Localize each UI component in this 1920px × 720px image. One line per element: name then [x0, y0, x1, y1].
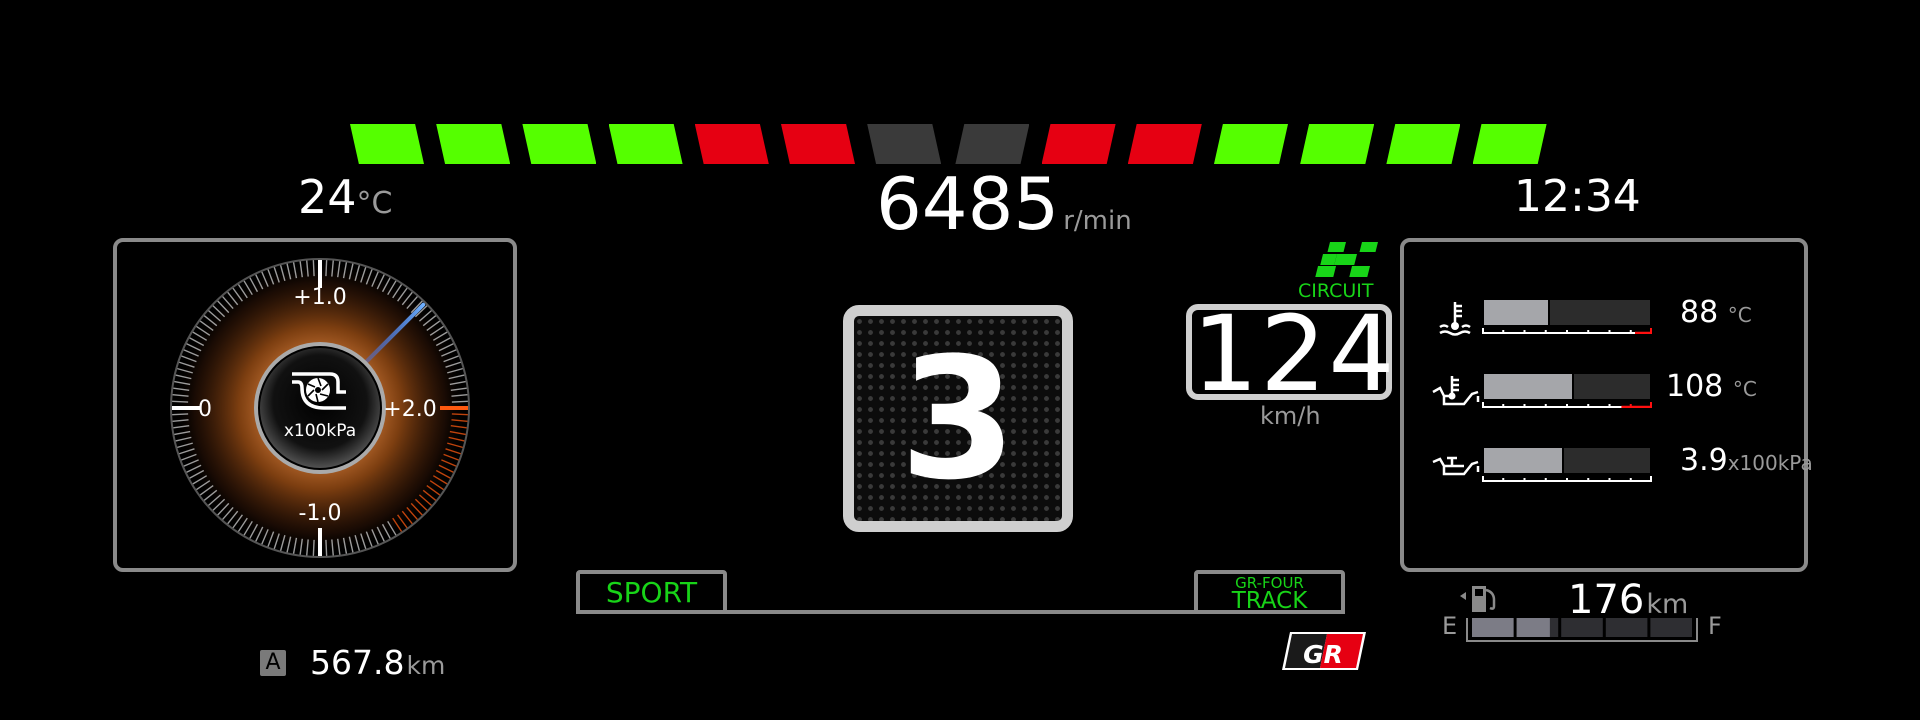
shift-light-segment [1041, 124, 1116, 164]
gear-indicator: 3 [843, 305, 1073, 532]
shift-light-segment [608, 124, 683, 164]
outside-temperature-value: 24 [298, 170, 357, 224]
boost-unit-label: x100kPa [284, 421, 356, 441]
clock: 12:34 [1514, 171, 1641, 222]
oil-temp-readout: 108 °C [1666, 370, 1840, 406]
sport-mode-label: SPORT [605, 576, 698, 609]
shift-light-segment [694, 124, 769, 164]
shift-light-segment [781, 124, 855, 164]
outside-temperature: 24°C [298, 172, 393, 229]
checkered-flag-icon [1315, 242, 1378, 277]
boost-minor-tick [312, 260, 315, 277]
fluid-row-oil-pressure: 3.9x100kPa [1430, 444, 1813, 496]
boost-minor-tick [451, 413, 468, 416]
tachometer-readout: 6485 r/min [876, 164, 1132, 261]
fuel-segment [1561, 618, 1603, 637]
boost-minor-tick [451, 400, 468, 403]
trip-unit: km [406, 651, 446, 680]
fuel-segment [1650, 618, 1692, 637]
fuel-gauge [1466, 618, 1698, 642]
coolant-temp-icon [1439, 302, 1471, 336]
fuel-full-label: F [1708, 612, 1722, 640]
shift-light-segment [1127, 124, 1202, 164]
coolant-temp-value: 88 [1680, 295, 1719, 330]
boost-minor-tick [172, 413, 189, 416]
outside-temperature-unit: °C [356, 186, 393, 221]
gr-four-mode-label: TRACK [1231, 588, 1308, 614]
oil-temp-value: 108 [1666, 369, 1724, 404]
gear-value: 3 [899, 321, 1017, 517]
boost-minor-tick [325, 539, 328, 556]
boost-label-bottom: -1.0 [299, 501, 342, 526]
boost-minor-tick [172, 400, 189, 403]
shift-light-bar [350, 124, 1570, 164]
shift-light-segment [1300, 124, 1375, 164]
fluid-row-oil-temp: 108 °C [1430, 370, 1810, 422]
boost-label-right: +2.0 [383, 397, 436, 422]
oil-temp-bar [1484, 374, 1650, 399]
shift-light-segment [350, 124, 424, 164]
boost-minor-tick [325, 260, 328, 277]
coolant-temp-bar [1484, 300, 1650, 325]
speed-value: 124 [1192, 293, 1397, 415]
fuel-empty-label: E [1442, 612, 1458, 640]
oil-temp-scale [1482, 402, 1652, 408]
fuel-gauge-segments [1472, 618, 1692, 637]
trip-meter: 567.8km [310, 643, 445, 686]
sport-mode-indicator: SPORT [576, 570, 727, 614]
oil-pressure-fill [1484, 448, 1564, 473]
speed-unit: km/h [1260, 402, 1321, 430]
shift-light-segment [867, 124, 942, 164]
gr-four-mode-indicator: GR-FOUR TRACK [1194, 570, 1345, 614]
oil-temp-unit: °C [1732, 377, 1757, 401]
rpm-value: 6485 [876, 162, 1060, 246]
shift-light-segment [1214, 124, 1288, 164]
oil-pressure-unit: x100kPa [1727, 451, 1813, 475]
fuel-segment-fill [1516, 618, 1550, 637]
oil-pressure-icon [1432, 456, 1480, 476]
shift-light-segment [955, 124, 1030, 164]
shift-light-segment [522, 124, 597, 164]
fuel-segment-fill [1472, 618, 1514, 637]
coolant-temp-fill [1484, 300, 1551, 325]
coolant-temp-unit: °C [1727, 303, 1752, 327]
rpm-unit: r/min [1063, 206, 1132, 236]
shift-light-segment [1472, 124, 1547, 164]
fuel-pump-icon [1460, 586, 1496, 612]
oil-pressure-scale [1482, 476, 1652, 482]
coolant-temp-scale [1482, 328, 1652, 334]
oil-pressure-readout: 3.9x100kPa [1680, 444, 1840, 480]
oil-temp-fill [1484, 374, 1574, 399]
fluid-row-coolant-temp: 88 °C [1430, 296, 1810, 348]
fuel-segment [1605, 618, 1648, 637]
boost-minor-tick [312, 539, 315, 556]
boost-label-left: 0 [198, 397, 212, 422]
speedometer: 124 [1186, 294, 1395, 414]
gr-logo-text: GR [1303, 640, 1343, 669]
boost-gauge: x100kPa +1.0 0 +2.0 -1.0 [170, 258, 470, 558]
boost-label-top: +1.0 [293, 285, 346, 310]
oil-temp-icon [1432, 376, 1480, 406]
shift-light-segment [1386, 124, 1461, 164]
shift-light-segment [436, 124, 511, 164]
gr-logo: GR [1282, 632, 1366, 670]
oil-pressure-value: 3.9 [1680, 443, 1728, 478]
trip-selector-badge[interactable]: A [260, 650, 286, 676]
oil-pressure-bar [1484, 448, 1650, 473]
coolant-temp-readout: 88 °C [1680, 296, 1840, 332]
trip-value: 567.8 [310, 643, 405, 682]
